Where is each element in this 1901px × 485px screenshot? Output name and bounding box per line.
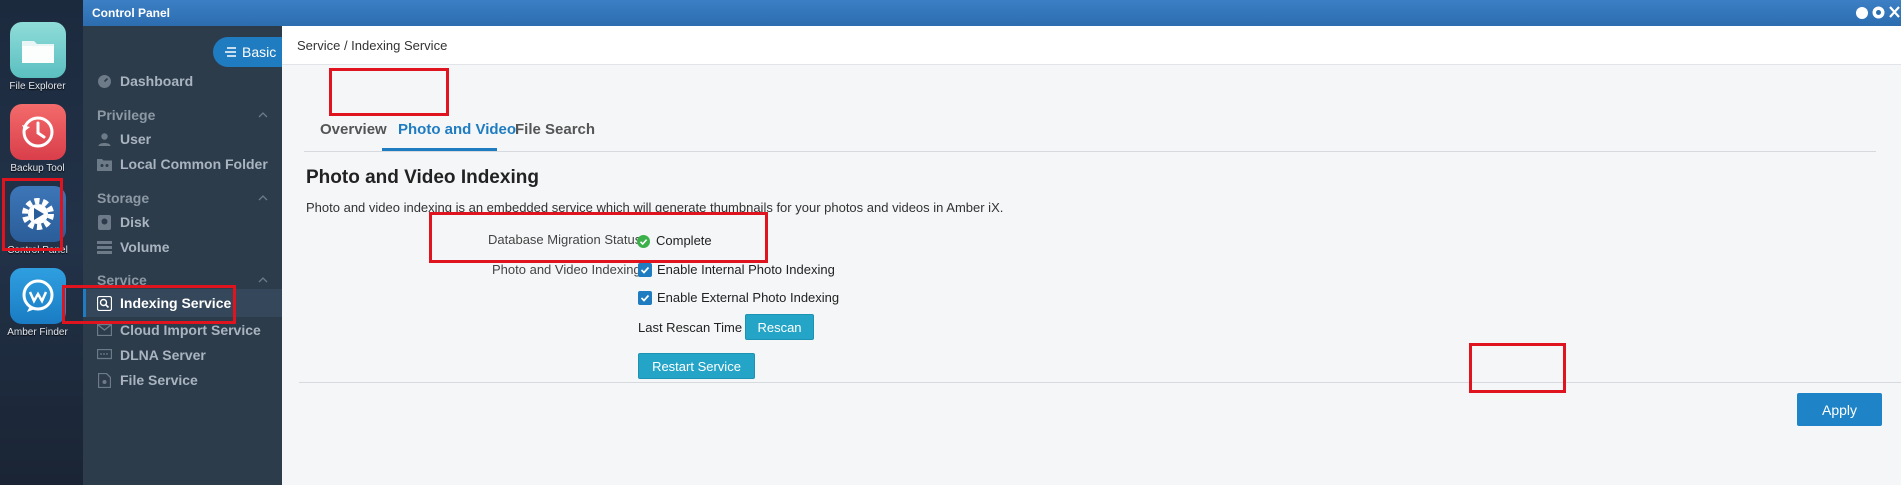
tab-file-search[interactable]: File Search	[515, 121, 595, 138]
external-indexing-checkbox[interactable]	[638, 291, 652, 305]
divider	[299, 382, 1901, 383]
backup-clock-icon	[9, 104, 66, 160]
sidebar: Basic Dashboard Privilege User Local Com…	[83, 26, 282, 485]
basic-mode-button[interactable]: Basic	[213, 37, 282, 67]
internal-indexing-label[interactable]: Enable Internal Photo Indexing	[657, 262, 835, 277]
migration-status-value: Complete	[656, 233, 712, 248]
section-title: Photo and Video Indexing	[306, 167, 539, 188]
sidebar-item-dashboard[interactable]: Dashboard	[83, 67, 282, 95]
check-circle-icon	[637, 235, 650, 248]
sidebar-item-label: Dashboard	[120, 73, 194, 89]
desktop-dock: File Explorer Backup Tool Control Panel …	[0, 0, 83, 485]
restore-icon[interactable]	[1872, 6, 1885, 19]
external-indexing-label[interactable]: Enable External Photo Indexing	[657, 290, 839, 305]
section-header-label: Storage	[97, 190, 150, 206]
main-content: Service / Indexing Service Overview Phot…	[282, 26, 1901, 485]
sidebar-item-user[interactable]: User	[83, 125, 282, 153]
shared-folder-icon	[97, 157, 112, 172]
chevron-up-icon	[258, 107, 268, 123]
user-icon	[97, 132, 112, 147]
chevron-up-icon	[258, 272, 268, 288]
tabs-divider	[304, 151, 1876, 152]
sidebar-item-volume[interactable]: Volume	[83, 233, 282, 261]
disk-icon	[97, 214, 112, 230]
sidebar-item-cloud-import-service[interactable]: Cloud Import Service	[83, 316, 282, 344]
sidebar-item-label: Indexing Service	[120, 295, 232, 311]
sidebar-item-file-service[interactable]: File Service	[83, 366, 282, 394]
indexing-label: Photo and Video Indexing :	[492, 262, 648, 277]
close-icon[interactable]	[1888, 5, 1901, 19]
dashboard-icon	[97, 74, 112, 89]
tab-overview[interactable]: Overview	[320, 121, 387, 138]
window-titlebar[interactable]: Control Panel	[83, 0, 1901, 26]
tab-photo-and-video[interactable]: Photo and Video	[398, 121, 516, 138]
section-header-label: Privilege	[97, 107, 156, 123]
window-title: Control Panel	[92, 6, 171, 20]
indexing-search-icon	[97, 295, 112, 311]
sidebar-item-label: User	[120, 131, 152, 147]
folder-icon	[9, 22, 66, 78]
section-description: Photo and video indexing is an embedded …	[306, 200, 1004, 215]
chevron-up-icon	[258, 190, 268, 206]
dock-label: Control Panel	[7, 245, 68, 256]
gear-icon	[9, 186, 66, 242]
dlna-monitor-icon	[97, 348, 112, 363]
restart-service-button[interactable]: Restart Service	[638, 353, 755, 379]
cloud-import-icon	[97, 323, 112, 338]
apply-button[interactable]: Apply	[1797, 393, 1882, 426]
sidebar-item-disk[interactable]: Disk	[83, 208, 282, 236]
sidebar-item-label: Disk	[120, 214, 150, 230]
sidebar-item-label: Volume	[120, 239, 170, 255]
last-rescan-time: Last Rescan Time : --	[638, 320, 762, 335]
sidebar-item-label: File Service	[120, 372, 198, 388]
sidebar-item-label: Local Common Folder	[120, 156, 268, 172]
volume-stack-icon	[97, 240, 112, 255]
dock-control-panel[interactable]: Control Panel	[0, 186, 75, 256]
dock-backup-tool[interactable]: Backup Tool	[0, 104, 75, 174]
sidebar-item-label: Cloud Import Service	[120, 322, 261, 338]
control-panel-window: Control Panel Basic Dashboard Privilege …	[83, 0, 1901, 485]
file-service-icon	[97, 372, 112, 388]
sidebar-item-local-common-folder[interactable]: Local Common Folder	[83, 150, 282, 178]
sidebar-item-indexing-service[interactable]: Indexing Service	[83, 289, 282, 317]
minimize-icon[interactable]	[1856, 7, 1868, 19]
sidebar-section-privilege[interactable]: Privilege	[97, 107, 268, 123]
sidebar-item-label: DLNA Server	[120, 347, 206, 363]
internal-indexing-checkbox[interactable]	[638, 263, 652, 277]
active-tab-indicator	[382, 148, 497, 151]
dock-amber-finder[interactable]: Amber Finder	[0, 268, 75, 338]
breadcrumb: Service / Indexing Service	[297, 38, 448, 53]
sidebar-section-storage[interactable]: Storage	[97, 190, 268, 206]
dock-label: File Explorer	[9, 81, 66, 92]
sidebar-item-dlna-server[interactable]: DLNA Server	[83, 341, 282, 369]
chat-finder-icon	[9, 268, 66, 324]
dock-file-explorer[interactable]: File Explorer	[0, 22, 75, 92]
rescan-button[interactable]: Rescan	[745, 314, 814, 340]
section-header-label: Service	[97, 272, 147, 288]
list-icon	[225, 47, 236, 57]
sidebar-section-service[interactable]: Service	[97, 272, 268, 288]
content-panel: Overview Photo and Video File Search Pho…	[282, 65, 1901, 485]
dock-label: Amber Finder	[7, 327, 68, 338]
migration-status-label: Database Migration Status:	[488, 232, 645, 247]
basic-mode-label: Basic	[242, 44, 277, 60]
dock-label: Backup Tool	[10, 163, 65, 174]
